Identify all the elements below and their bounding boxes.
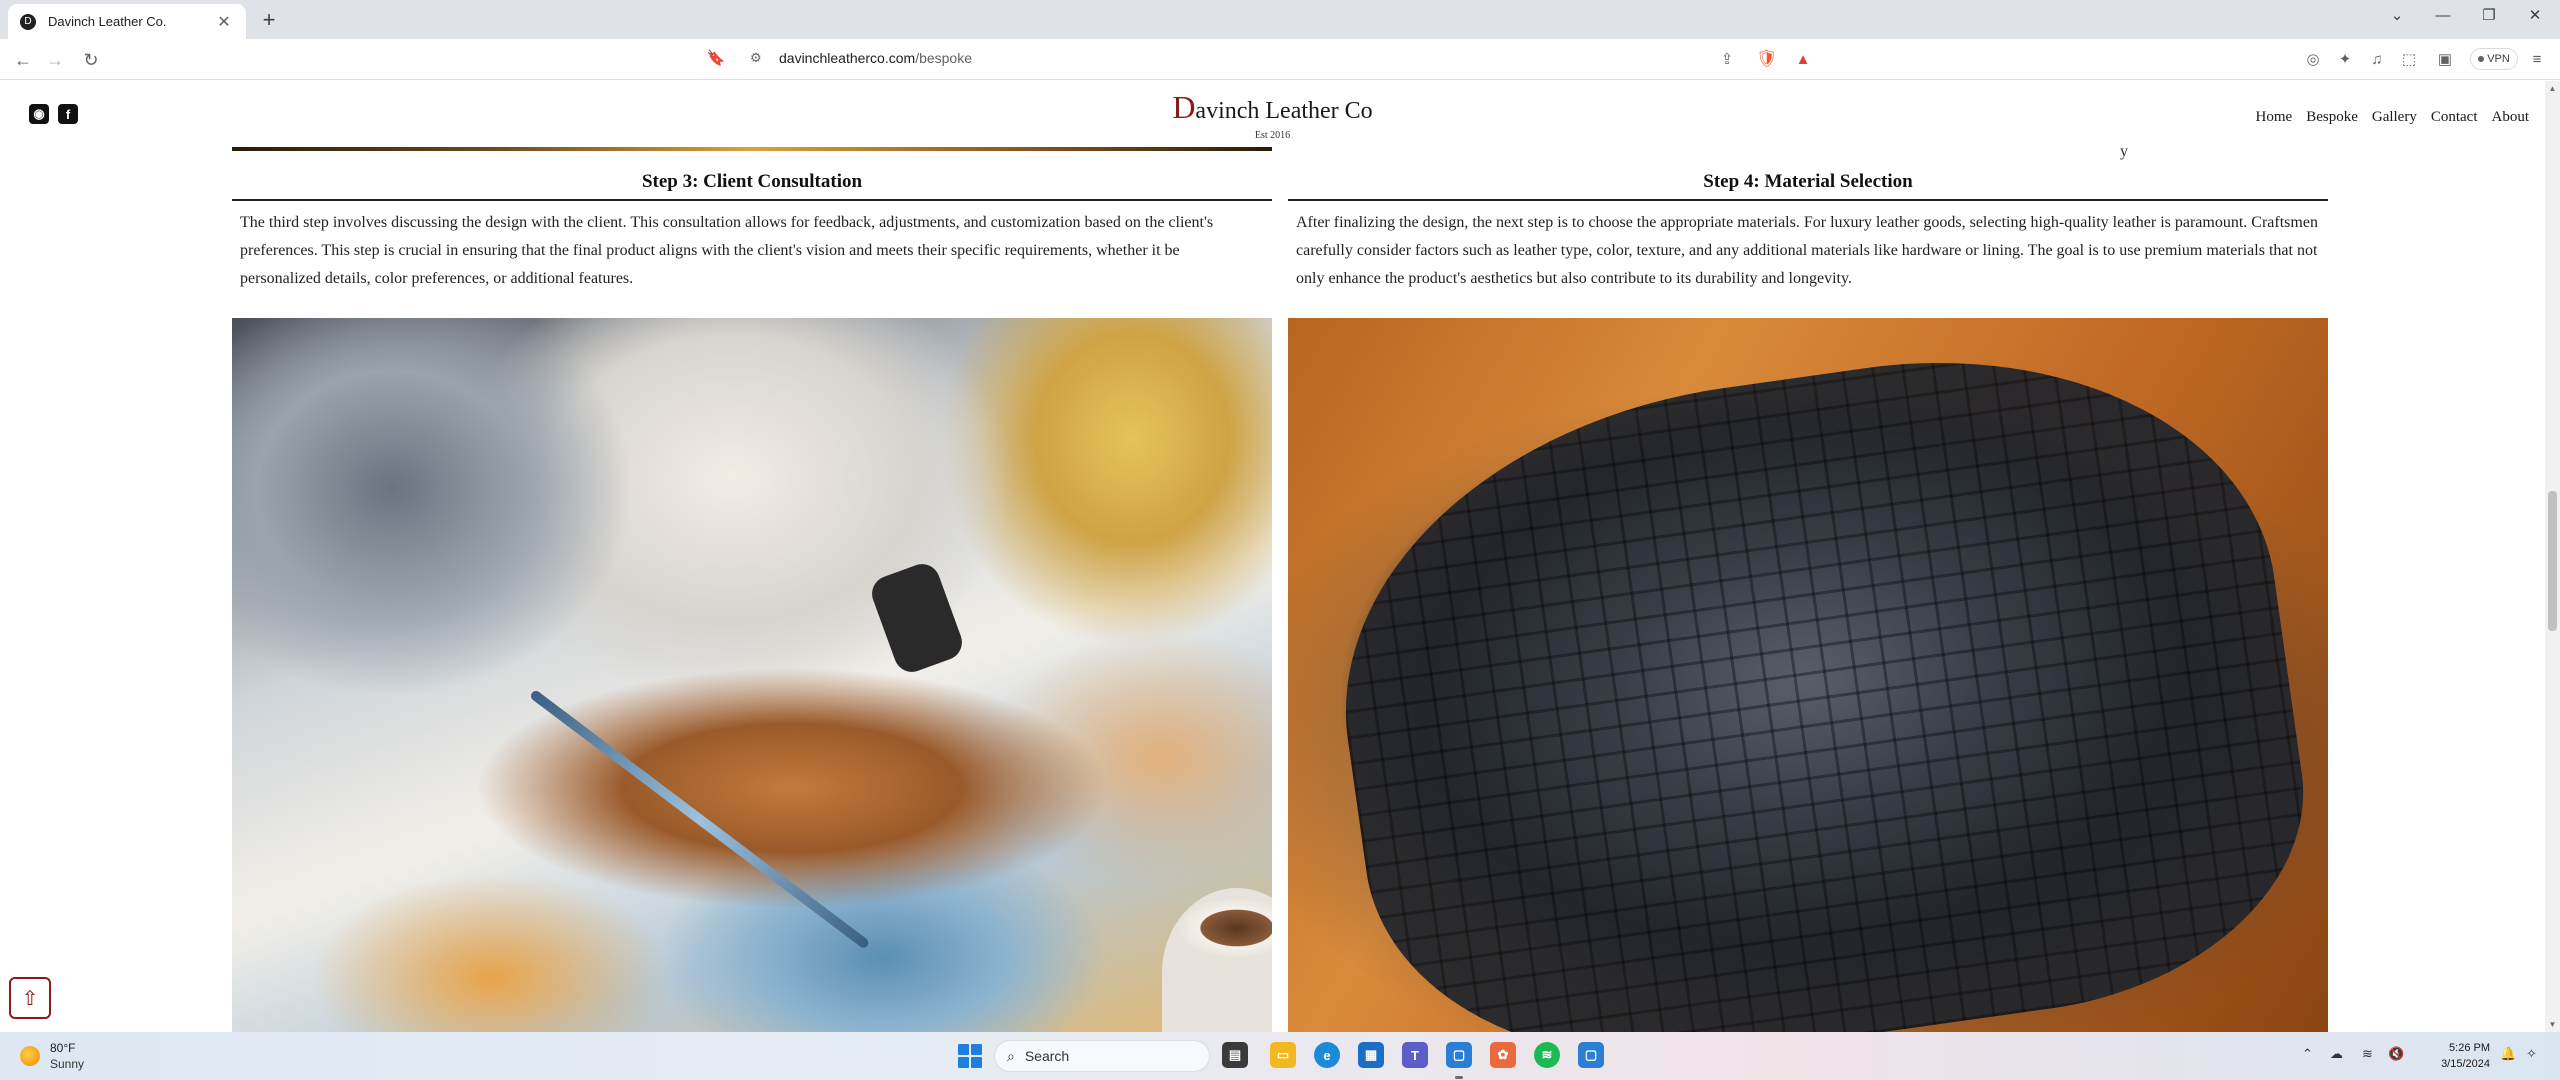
scroll-down-icon[interactable]: ▼	[2545, 1017, 2560, 1032]
weather-sun-icon[interactable]	[20, 1046, 40, 1066]
extensions-icon[interactable]: ◎	[2302, 48, 2324, 70]
start-button[interactable]	[958, 1044, 982, 1068]
previous-step-image	[232, 147, 1272, 151]
nav-home[interactable]: Home	[2256, 109, 2293, 126]
scroll-up-icon[interactable]: ▲	[2545, 81, 2560, 96]
page-content: y Step 3: Client Consultation The third …	[0, 147, 2545, 1032]
nav-gallery[interactable]: Gallery	[2372, 109, 2417, 126]
notifications-icon[interactable]: 🔔	[2500, 1046, 2516, 1062]
browser-tab[interactable]: D Davinch Leather Co. ✕	[8, 4, 246, 39]
volume-muted-icon[interactable]: 🔇	[2388, 1046, 2404, 1062]
search-icon: ⌕	[1007, 1047, 1015, 1064]
logo-initial: D	[1172, 89, 1196, 125]
tab-search-chevron-icon[interactable]: ⌄	[2374, 0, 2420, 30]
share-upload-icon: ⇧	[21, 987, 39, 1010]
vpn-status-icon	[2478, 56, 2485, 62]
app-window-2-icon[interactable]: ▢	[1578, 1042, 1604, 1068]
network-status-icon[interactable]: ☁	[2330, 1046, 2343, 1062]
media-icon[interactable]: ♫	[2366, 48, 2388, 70]
new-tab-button[interactable]: +	[256, 8, 282, 34]
brave-shields-icon[interactable]: 🛡	[1756, 48, 1778, 70]
share-button[interactable]: ⇧	[9, 977, 51, 1019]
clock-date: 3/15/2024	[2441, 1058, 2490, 1070]
step-4-section: Step 4: Material Selection After finaliz…	[1288, 171, 2328, 1032]
tab-favicon-icon: D	[20, 13, 36, 30]
browser-tabstrip: D Davinch Leather Co. ✕ + ⌄ — ❐ ✕	[0, 0, 2560, 39]
site-header: ◉ f Davinch Leather Co Est 2016 Home Bes…	[0, 81, 2545, 147]
site-logo[interactable]: Davinch Leather Co	[0, 89, 2545, 126]
pen-detail	[528, 689, 871, 950]
scrollbar-thumb[interactable]	[2548, 491, 2557, 631]
app-window-icon[interactable]: ▢	[1446, 1042, 1472, 1068]
tab-close-icon[interactable]: ✕	[214, 12, 234, 32]
copilot-icon[interactable]: ✧	[2526, 1046, 2537, 1062]
menu-icon[interactable]: ≡	[2526, 48, 2548, 70]
forward-button[interactable]: →	[42, 47, 68, 73]
vpn-label: VPN	[2487, 53, 2510, 65]
brave-rewards-icon[interactable]: ▲	[1792, 48, 1814, 70]
minimize-button[interactable]: —	[2420, 0, 2466, 30]
share-icon[interactable]: ⇪	[1716, 48, 1738, 70]
watch-detail	[867, 559, 967, 677]
taskbar-search[interactable]: ⌕ Search	[994, 1040, 1210, 1072]
chat-icon[interactable]: ✦	[2334, 48, 2356, 70]
weather-condition[interactable]: Sunny	[50, 1057, 84, 1071]
url-path: /bespoke	[915, 50, 973, 66]
bookmark-icon[interactable]: 🔖	[706, 49, 726, 69]
vpn-button[interactable]: VPN	[2470, 48, 2518, 70]
system-clock[interactable]: 5:26 PM 3/15/2024	[2420, 1040, 2490, 1072]
coffee-cup-detail	[1162, 888, 1272, 1032]
back-button[interactable]: ←	[10, 47, 36, 73]
wallet-icon[interactable]: ▣	[2434, 48, 2456, 70]
task-view-icon[interactable]: ▤	[1222, 1042, 1248, 1068]
edge-icon[interactable]: e	[1314, 1042, 1340, 1068]
main-nav: Home Bespoke Gallery Contact About	[2242, 109, 2529, 126]
site-info-icon[interactable]: ⚙	[750, 50, 762, 66]
step-3-title: Step 3: Client Consultation	[232, 171, 1272, 201]
nav-bespoke[interactable]: Bespoke	[2306, 109, 2358, 126]
spotify-icon[interactable]: ≋	[1534, 1042, 1560, 1068]
clock-time: 5:26 PM	[2449, 1042, 2490, 1054]
address-bar[interactable]: davinchleatherco.com/bespoke	[779, 50, 972, 66]
tray-overflow-icon[interactable]: ⌃	[2302, 1046, 2313, 1062]
file-explorer-icon[interactable]: ▭	[1270, 1042, 1296, 1068]
logo-text: avinch Leather Co	[1195, 98, 1373, 124]
weather-temperature[interactable]: 80°F	[50, 1041, 75, 1055]
downloads-icon[interactable]: ⬚	[2398, 48, 2420, 70]
taskbar-search-label: Search	[1024, 1048, 1070, 1064]
step-4-title: Step 4: Material Selection	[1288, 171, 2328, 201]
close-window-button[interactable]: ✕	[2512, 0, 2558, 30]
logo-established: Est 2016	[1254, 130, 1291, 141]
photos-icon[interactable]: ✿	[1490, 1042, 1516, 1068]
step-4-description: After finalizing the design, the next st…	[1296, 214, 2318, 287]
wifi-icon[interactable]: ≋	[2362, 1046, 2373, 1062]
restore-button[interactable]: ❐	[2466, 0, 2512, 30]
url-domain: davinchleatherco.com	[779, 50, 916, 66]
browser-toolbar: ← → ↻ 🔖 ⚙ davinchleatherco.com/bespoke ⇪…	[0, 39, 2560, 80]
nav-about[interactable]: About	[2492, 109, 2530, 126]
active-app-indicator	[1455, 1076, 1463, 1079]
step-3-description: The third step involves discussing the d…	[240, 214, 1214, 287]
step-3-section: Step 3: Client Consultation The third st…	[232, 171, 1272, 1032]
previous-step-fragment: y	[2120, 147, 2128, 160]
tab-title: Davinch Leather Co.	[48, 14, 167, 29]
crocodile-leather-hide	[1306, 318, 2328, 1032]
nav-contact[interactable]: Contact	[2431, 109, 2478, 126]
windows-taskbar: 80°F Sunny ⌕ Search ▤ ▭ e ▦ T ▢ ✿ ≋ ▢ ⌃ …	[0, 1032, 2560, 1080]
page-scrollbar[interactable]: ▲ ▼	[2545, 81, 2560, 1032]
step-4-leather-image	[1288, 318, 2328, 1032]
teams-icon[interactable]: T	[1402, 1042, 1428, 1068]
step-3-consultation-image	[232, 318, 1272, 1032]
store-icon[interactable]: ▦	[1358, 1042, 1384, 1068]
reload-button[interactable]: ↻	[78, 47, 104, 73]
